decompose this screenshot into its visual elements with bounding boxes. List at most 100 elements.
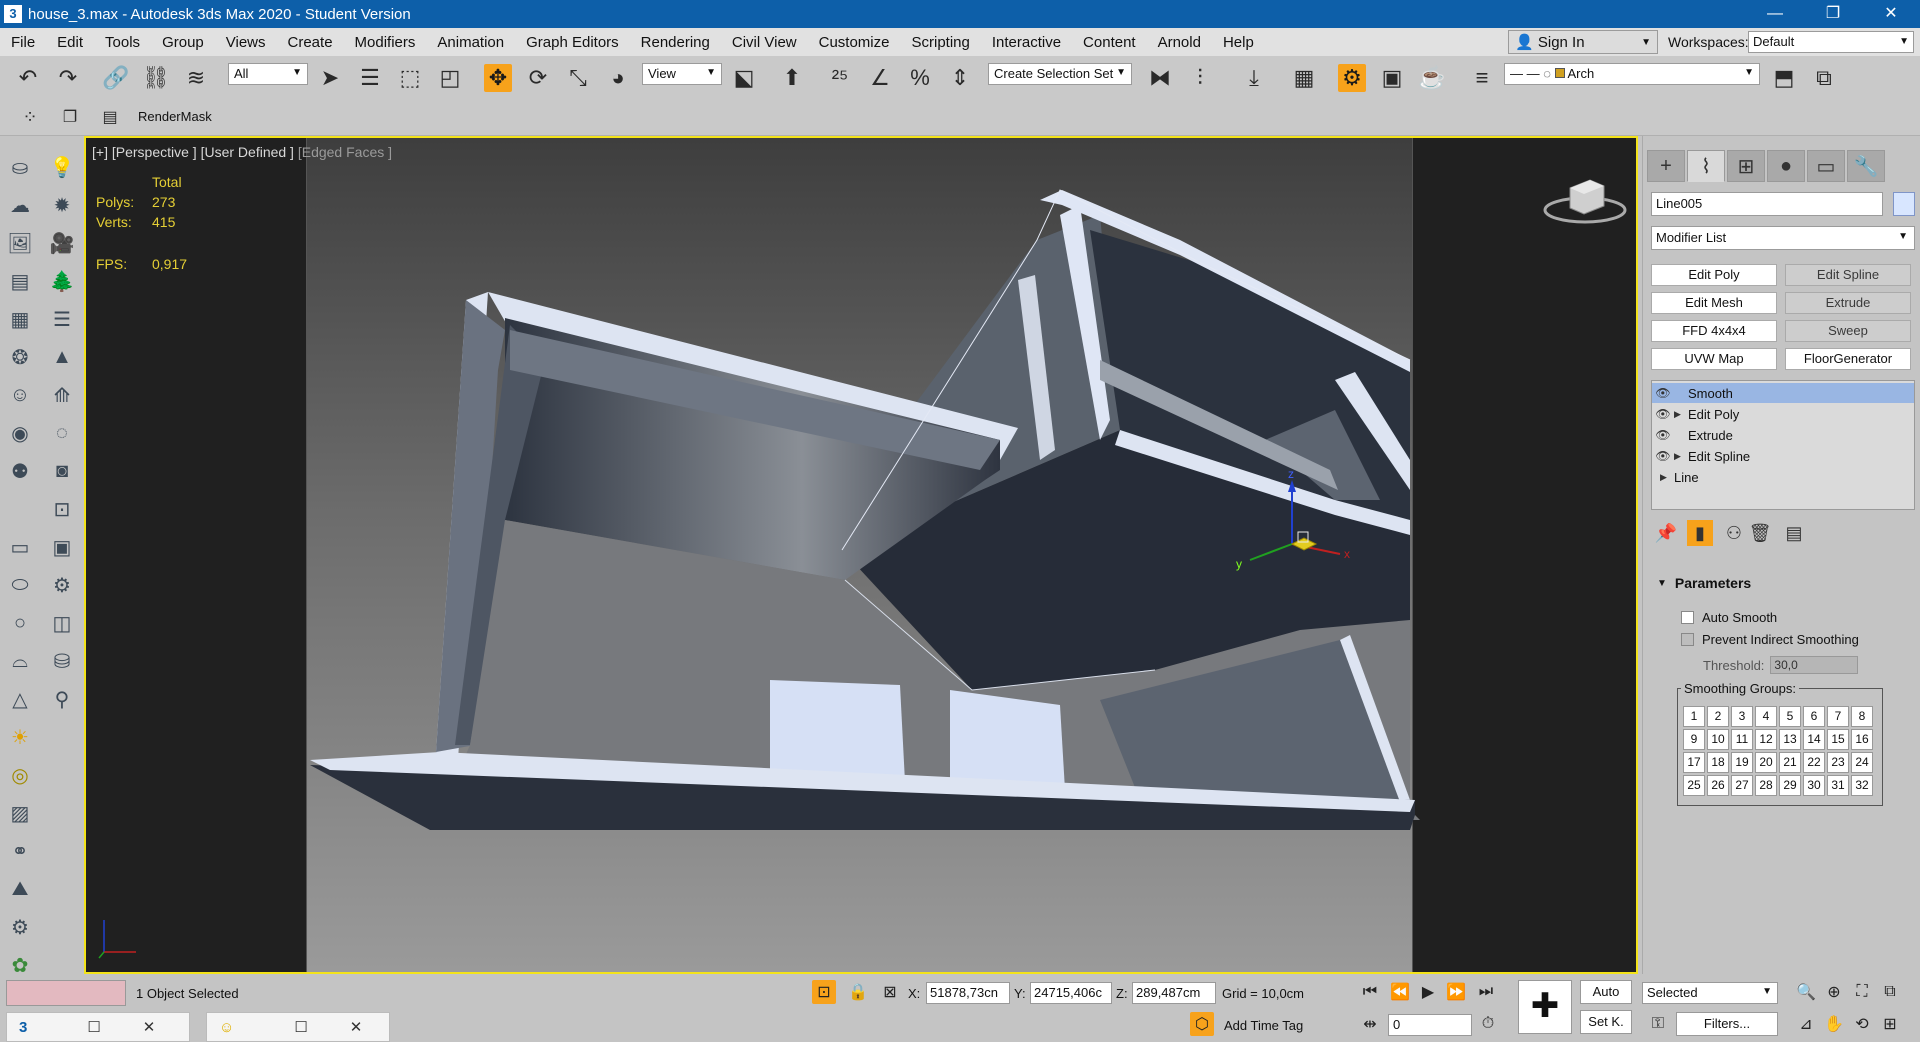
rendered-frame-window-icon[interactable]: ▣ xyxy=(1378,64,1406,92)
modifier-list-dropdown[interactable]: Modifier List ▼ xyxy=(1651,226,1915,250)
select-by-name-icon[interactable]: ☰ xyxy=(356,64,384,92)
copy-icon[interactable]: ❐ xyxy=(56,103,84,131)
sun-icon[interactable]: ✹ xyxy=(47,190,77,220)
menu-edit[interactable]: Edit xyxy=(46,34,94,51)
orbit-icon[interactable]: ⟲ xyxy=(1850,1012,1874,1036)
smoothing-group-button[interactable]: 32 xyxy=(1851,775,1873,796)
zoom-extents-icon[interactable]: ⛶ xyxy=(1850,980,1874,1004)
layer-dropdown[interactable]: — — ◌ Arch ▼ xyxy=(1504,63,1760,85)
placement-icon[interactable]: ◕ xyxy=(604,64,632,92)
menu-arnold[interactable]: Arnold xyxy=(1147,34,1212,51)
stairs-icon[interactable]: ▨ xyxy=(5,798,35,828)
list-icon[interactable]: ☰ xyxy=(47,304,77,334)
viewport-shading-menu[interactable]: [User Defined ] xyxy=(201,144,294,160)
zoom-extents-all-icon[interactable]: ⧉ xyxy=(1878,980,1902,1004)
maximize-viewport-icon[interactable]: ⊞ xyxy=(1878,1012,1902,1036)
smoothing-group-button[interactable]: 22 xyxy=(1803,752,1825,773)
smoothing-group-button[interactable]: 3 xyxy=(1731,706,1753,727)
perspective-viewport[interactable]: [+] [Perspective ] [User Defined ] [Edge… xyxy=(84,136,1638,974)
tree-icon[interactable]: 🌲 xyxy=(47,266,77,296)
bind-space-warp-icon[interactable]: ≋ xyxy=(182,64,210,92)
select-object-icon[interactable]: ➤ xyxy=(316,64,344,92)
percent-snap-icon[interactable]: % xyxy=(906,64,934,92)
smoothing-group-button[interactable]: 10 xyxy=(1707,729,1729,750)
smoothing-group-button[interactable]: 6 xyxy=(1803,706,1825,727)
menu-civil-view[interactable]: Civil View xyxy=(721,34,808,51)
expand-arrow-icon[interactable]: ▶ xyxy=(1660,472,1674,483)
teapot2-icon[interactable]: ⛁ xyxy=(47,646,77,676)
taskbar-window-other[interactable]: ☺ ☐ ✕ xyxy=(206,1012,390,1042)
workspace-dropdown[interactable]: Default ▼ xyxy=(1748,31,1914,53)
expand-arrow-icon[interactable]: ▶ xyxy=(1674,409,1688,420)
z-coordinate-field[interactable]: 289,487cm xyxy=(1132,982,1216,1004)
time-tag-icon[interactable]: ⬡ xyxy=(1190,1012,1214,1036)
spinner-snap-icon[interactable]: ⇕ xyxy=(946,64,974,92)
smoothing-group-button[interactable]: 27 xyxy=(1731,775,1753,796)
smoothing-group-button[interactable]: 26 xyxy=(1707,775,1729,796)
x-coordinate-field[interactable]: 51878,73cn xyxy=(926,982,1010,1004)
molecule-icon[interactable]: ⚭ xyxy=(5,836,35,866)
gear-icon[interactable]: ⚙ xyxy=(5,912,35,942)
viewport-edges-menu[interactable]: [Edged Faces ] xyxy=(298,144,392,160)
menu-content[interactable]: Content xyxy=(1072,34,1147,51)
prevent-indirect-checkbox[interactable]: Prevent Indirect Smoothing xyxy=(1681,632,1859,647)
pyramid-icon[interactable]: ⛰ xyxy=(5,874,35,904)
smoothing-group-button[interactable]: 8 xyxy=(1851,706,1873,727)
box-icon[interactable]: ▭ xyxy=(5,532,35,562)
cone-icon[interactable]: ▲ xyxy=(47,342,77,372)
smoothing-group-button[interactable]: 30 xyxy=(1803,775,1825,796)
smoothing-group-button[interactable]: 13 xyxy=(1779,729,1801,750)
restore-icon[interactable]: ☐ xyxy=(87,1018,100,1036)
sun2-icon[interactable]: ☀ xyxy=(5,722,35,752)
film-icon[interactable]: ▣ xyxy=(47,532,77,562)
reference-coordinate-dropdown[interactable]: View ▼ xyxy=(642,63,722,85)
filters-button[interactable]: Filters... xyxy=(1676,1012,1778,1036)
smoothing-group-button[interactable]: 25 xyxy=(1683,775,1705,796)
previous-frame-icon[interactable]: ⏪ xyxy=(1388,980,1412,1004)
layers-icon[interactable]: ≡ xyxy=(1468,64,1496,92)
sweep-button[interactable]: Sweep xyxy=(1785,320,1911,342)
edit-spline-button[interactable]: Edit Spline xyxy=(1785,264,1911,286)
smoothing-group-button[interactable]: 24 xyxy=(1851,752,1873,773)
smoothing-group-button[interactable]: 28 xyxy=(1755,775,1777,796)
close-icon[interactable]: ✕ xyxy=(143,1018,156,1036)
time-config-icon[interactable]: ⏱ xyxy=(1476,1012,1500,1036)
smoothing-group-button[interactable]: 12 xyxy=(1755,729,1777,750)
bulb2-icon[interactable]: ⚲ xyxy=(47,684,77,714)
table-icon[interactable]: ▦ xyxy=(5,304,35,334)
stack-item-extrude[interactable]: 👁 Extrude xyxy=(1652,425,1914,445)
snaps-toggle-icon[interactable]: ²⁵ xyxy=(826,64,854,92)
link-icon[interactable]: 🔗 xyxy=(102,64,130,92)
object-color-swatch[interactable] xyxy=(1893,192,1915,216)
cone2-icon[interactable]: △ xyxy=(5,684,35,714)
motion-tab-icon[interactable]: ● xyxy=(1767,150,1805,182)
key-mode-icon[interactable]: ⇹ xyxy=(1358,1012,1382,1036)
create-tab-icon[interactable]: + xyxy=(1647,150,1685,182)
sphere-icon[interactable]: ○ xyxy=(5,608,35,638)
photo-icon[interactable]: ◙ xyxy=(47,456,77,486)
smoothing-group-button[interactable]: 19 xyxy=(1731,752,1753,773)
rectangular-selection-icon[interactable]: ⬚ xyxy=(396,64,424,92)
stack-layers-icon[interactable]: ⧉ xyxy=(1810,64,1838,92)
current-frame-field[interactable]: 0 xyxy=(1388,1014,1472,1036)
parameters-rollout-header[interactable]: ▼ Parameters xyxy=(1651,572,1915,594)
eye-icon[interactable]: 👁 xyxy=(1652,449,1674,463)
smoothing-group-button[interactable]: 5 xyxy=(1779,706,1801,727)
stack-item-edit-poly[interactable]: 👁 ▶ Edit Poly xyxy=(1652,404,1914,424)
set-key-icon[interactable]: ✚ xyxy=(1518,980,1572,1034)
absolute-mode-icon[interactable]: ⊠ xyxy=(878,980,902,1004)
eye-icon[interactable]: 👁 xyxy=(1652,386,1674,400)
smoothing-group-button[interactable]: 29 xyxy=(1779,775,1801,796)
add-time-tag[interactable]: Add Time Tag xyxy=(1224,1018,1303,1033)
ring-icon[interactable]: ◌ xyxy=(47,418,77,448)
menu-views[interactable]: Views xyxy=(215,34,277,51)
paste-icon[interactable]: ▤ xyxy=(96,103,124,131)
zoom-icon[interactable]: 🔍 xyxy=(1794,980,1818,1004)
smoothing-group-button[interactable]: 9 xyxy=(1683,729,1705,750)
scale-icon[interactable]: ⤡ xyxy=(564,64,592,92)
fir-icon[interactable]: ⟰ xyxy=(47,380,77,410)
stack-item-smooth[interactable]: 👁 Smooth xyxy=(1652,383,1914,403)
rotate-icon[interactable]: ⟳ xyxy=(524,64,552,92)
calculator-icon[interactable]: ▤ xyxy=(5,266,35,296)
menu-interactive[interactable]: Interactive xyxy=(981,34,1072,51)
